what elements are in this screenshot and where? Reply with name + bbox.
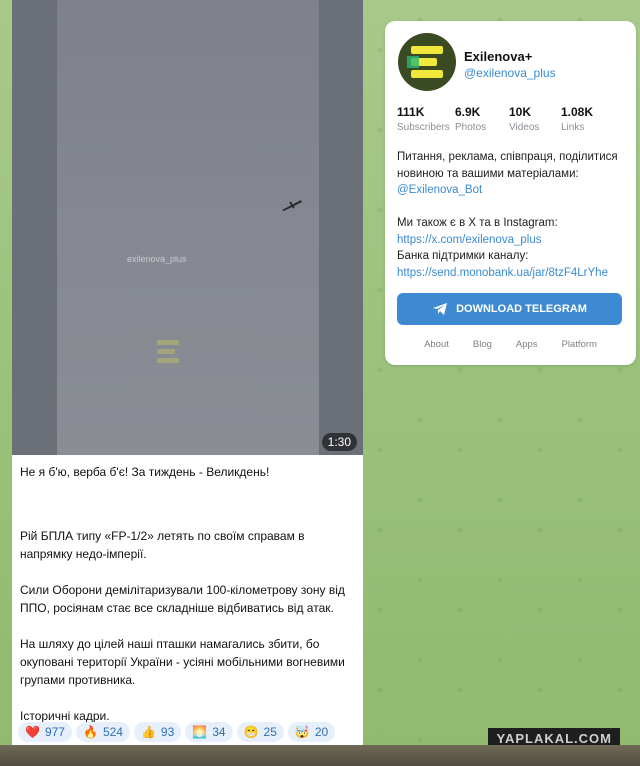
- reaction-heart[interactable]: ❤️ 977: [18, 722, 72, 742]
- stat-subscribers: 111K Subscribers: [397, 105, 450, 133]
- footer-blog-link[interactable]: Blog: [473, 339, 492, 350]
- reaction-mind-blown[interactable]: 🤯 20: [287, 722, 336, 742]
- channel-name: Exilenova+: [464, 49, 533, 64]
- bot-link[interactable]: @Exilenova_Bot: [397, 182, 629, 199]
- fire-icon: 🔥: [82, 725, 98, 739]
- telegram-icon: [433, 303, 448, 315]
- video-frame: exilenova_plus: [57, 0, 319, 455]
- desc-text: Банка підтримки каналу:: [397, 250, 529, 262]
- x-link[interactable]: https://x.com/exilenova_plus: [397, 232, 629, 249]
- video-duration: 1:30: [321, 433, 357, 451]
- video-watermark: exilenova_plus: [127, 254, 187, 264]
- stat-videos[interactable]: 10K Videos: [509, 105, 561, 133]
- thumbs-up-icon: 👍: [140, 725, 156, 739]
- reaction-fire[interactable]: 🔥 524: [75, 722, 130, 742]
- bottom-image-strip: [0, 745, 640, 766]
- monobank-link[interactable]: https://send.monobank.ua/jar/8tzF4LrYhe: [397, 265, 629, 282]
- post-paragraph: Сили Оборони демілітаризували 100-кіломе…: [20, 583, 345, 615]
- desc-text: Ми також є в Х та в Instagram:: [397, 217, 558, 229]
- reaction-grin[interactable]: 😁 25: [236, 722, 284, 742]
- footer-apps-link[interactable]: Apps: [516, 339, 538, 350]
- stat-links[interactable]: 1.08K Links: [561, 105, 619, 133]
- footer-about-link[interactable]: About: [424, 339, 449, 350]
- channel-logo-icon: [407, 46, 443, 78]
- drone-icon: [282, 200, 302, 211]
- heart-icon: ❤️: [25, 725, 40, 739]
- sunrise-icon: 🌅: [192, 725, 208, 739]
- footer-platform-link[interactable]: Platform: [562, 339, 597, 350]
- desc-text: Питання, реклама, співпраця, поділитися …: [397, 151, 618, 180]
- reaction-thumbs-up[interactable]: 👍 93: [133, 722, 182, 742]
- post-paragraph: На шляху до цілей наші пташки намагались…: [20, 637, 345, 687]
- stat-photos[interactable]: 6.9K Photos: [455, 105, 509, 133]
- post-paragraph: Не я б'ю, верба б'є! За тиждень - Великд…: [20, 465, 270, 479]
- post-text: Не я б'ю, верба б'є! За тиждень - Великд…: [20, 463, 355, 725]
- watermark-logo-icon: [157, 340, 179, 363]
- channel-stats: 111K Subscribers 6.9K Photos 10K Videos 1.0…: [397, 105, 619, 133]
- channel-info-card: Exilenova+ @exilenova_plus 111K Subscribe…: [385, 21, 636, 365]
- channel-handle[interactable]: @exilenova_plus: [464, 66, 556, 80]
- reaction-sunrise[interactable]: 🌅 34: [185, 722, 233, 742]
- video-player[interactable]: exilenova_plus 1:30: [12, 0, 363, 455]
- grin-icon: 😁: [243, 725, 259, 739]
- footer-links: About Blog Apps Platform: [385, 339, 636, 350]
- reactions-bar: ❤️ 977 🔥 524 👍 93 🌅 34 😁 25 🤯 20: [18, 722, 336, 742]
- post-paragraph: Рій БПЛА типу «FP-1/2» летять по своїм с…: [20, 529, 305, 561]
- channel-description: Питання, реклама, співпраця, поділитися …: [397, 149, 629, 281]
- download-label: DOWNLOAD TELEGRAM: [456, 303, 587, 315]
- mind-blown-icon: 🤯: [294, 725, 310, 739]
- download-telegram-button[interactable]: DOWNLOAD TELEGRAM: [397, 293, 622, 325]
- channel-avatar[interactable]: [398, 33, 456, 91]
- channel-post: exilenova_plus 1:30 Не я б'ю, верба б'є!…: [12, 0, 363, 745]
